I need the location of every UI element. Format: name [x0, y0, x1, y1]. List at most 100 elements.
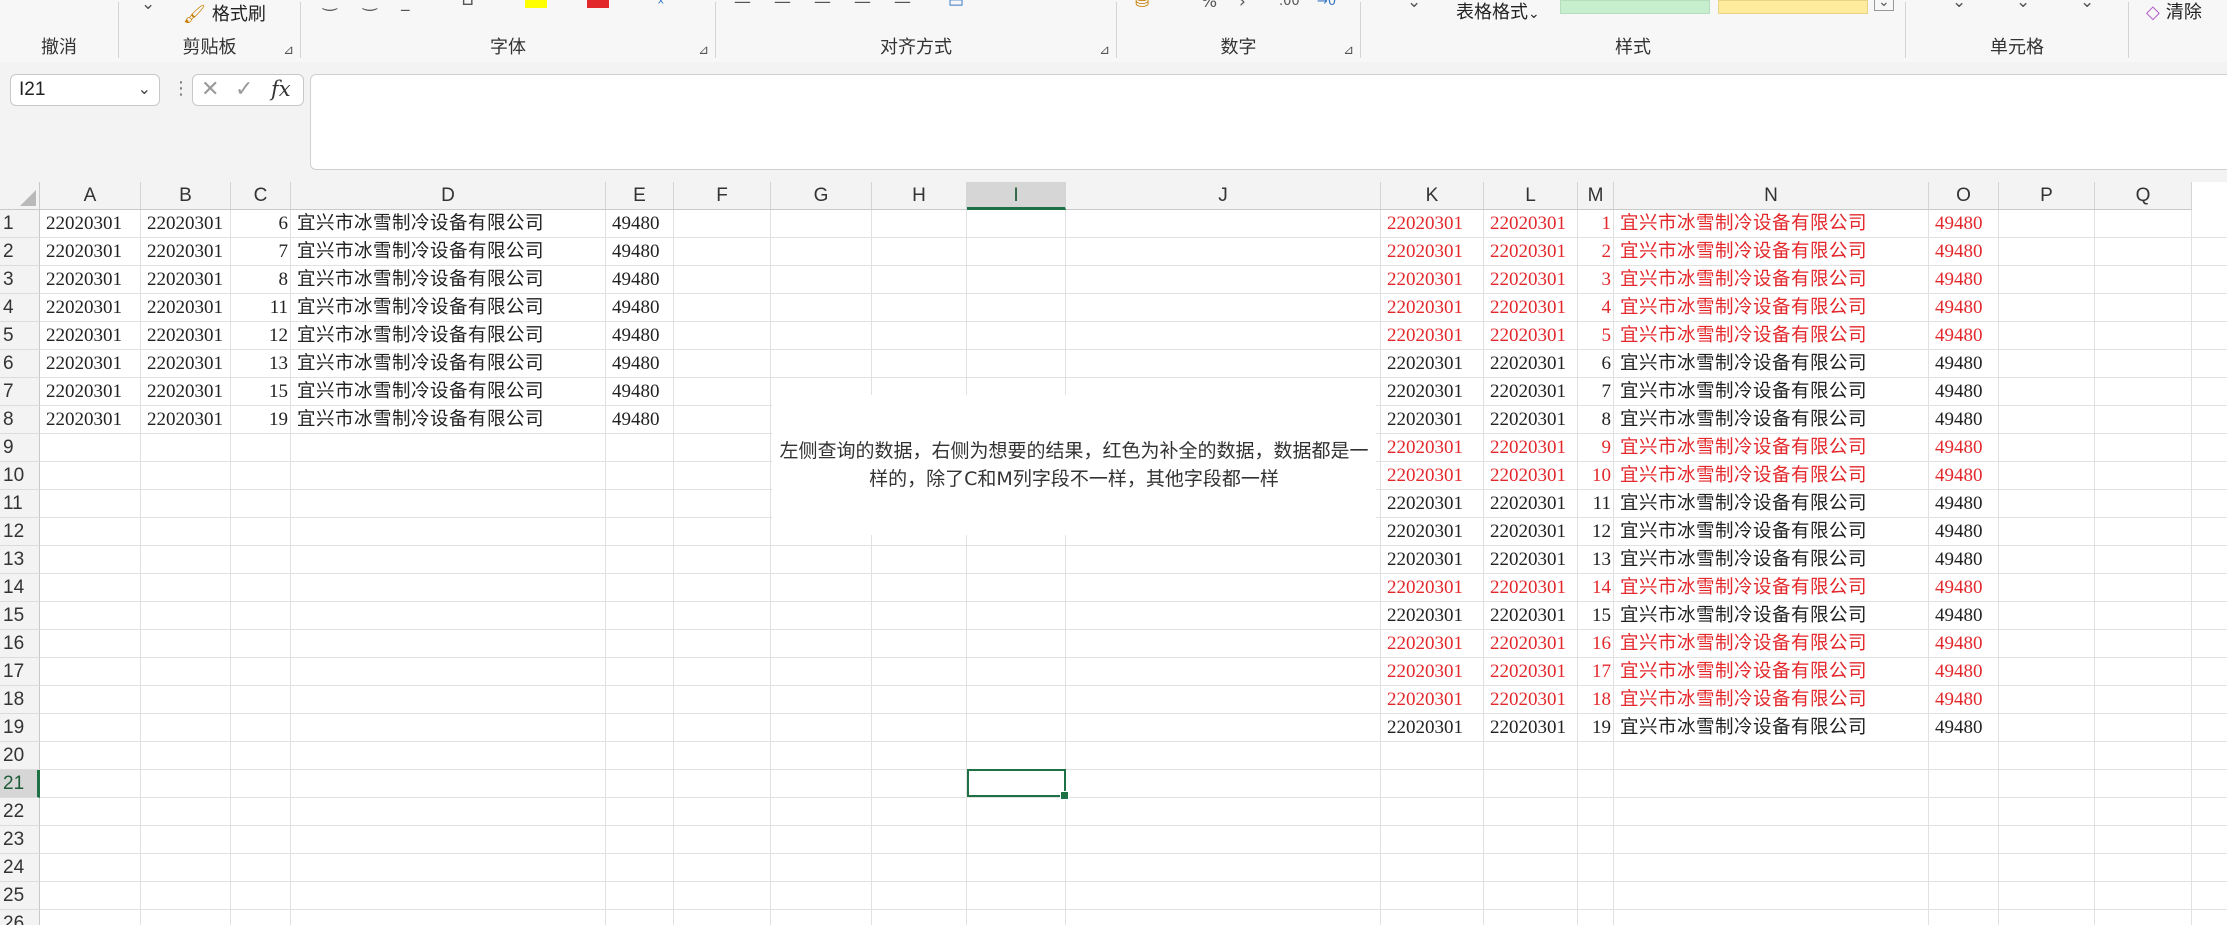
cell-e2[interactable]: 49480 [606, 238, 674, 266]
cell-b2[interactable]: 22020301 [141, 238, 231, 266]
cell-l16[interactable]: 22020301 [1484, 630, 1578, 658]
cell-o8[interactable]: 49480 [1929, 406, 1999, 434]
cell-d5[interactable]: 宜兴市冰雪制冷设备有限公司 [291, 322, 606, 350]
cell-e4[interactable]: 49480 [606, 294, 674, 322]
cell-n3[interactable]: 宜兴市冰雪制冷设备有限公司 [1614, 266, 1929, 294]
cell-style-neutral[interactable] [1718, 0, 1868, 14]
cell-c7[interactable]: 15 [231, 378, 291, 406]
row-header-6[interactable]: 6 [0, 350, 40, 378]
cell-m16[interactable]: 16 [1578, 630, 1614, 658]
row-header-3[interactable]: 3 [0, 266, 40, 294]
row-header-16[interactable]: 16 [0, 630, 40, 658]
cell-o2[interactable]: 49480 [1929, 238, 1999, 266]
row-header-21[interactable]: 21 [0, 770, 40, 798]
row-header-25[interactable]: 25 [0, 882, 40, 910]
phonetic-icon[interactable]: ˣ [657, 0, 665, 14]
cell-m10[interactable]: 10 [1578, 462, 1614, 490]
format-dropdown-icon[interactable]: ⌄ [2080, 0, 2094, 12]
cell-k4[interactable]: 22020301 [1381, 294, 1484, 322]
column-header-g[interactable]: G [771, 182, 872, 210]
cell-c5[interactable]: 12 [231, 322, 291, 350]
cell-d3[interactable]: 宜兴市冰雪制冷设备有限公司 [291, 266, 606, 294]
cell-m15[interactable]: 15 [1578, 602, 1614, 630]
column-header-h[interactable]: H [872, 182, 967, 210]
percent-icon[interactable]: % [1201, 0, 1217, 12]
cell-o12[interactable]: 49480 [1929, 518, 1999, 546]
cell-a7[interactable]: 22020301 [40, 378, 141, 406]
cell-o7[interactable]: 49480 [1929, 378, 1999, 406]
cell-l9[interactable]: 22020301 [1484, 434, 1578, 462]
cell-c3[interactable]: 8 [231, 266, 291, 294]
italic-icon[interactable]: ‿ [363, 0, 377, 12]
cell-l19[interactable]: 22020301 [1484, 714, 1578, 742]
highlight-color-icon[interactable] [525, 0, 547, 8]
cell-o19[interactable]: 49480 [1929, 714, 1999, 742]
dialog-launcher-icon[interactable]: ⊿ [283, 43, 294, 58]
underline-icon[interactable]: _ [401, 0, 410, 12]
cell-n4[interactable]: 宜兴市冰雪制冷设备有限公司 [1614, 294, 1929, 322]
column-header-e[interactable]: E [606, 182, 674, 210]
cell-o9[interactable]: 49480 [1929, 434, 1999, 462]
cell-l11[interactable]: 22020301 [1484, 490, 1578, 518]
cell-e1[interactable]: 49480 [606, 210, 674, 238]
cell-k16[interactable]: 22020301 [1381, 630, 1484, 658]
cell-l6[interactable]: 22020301 [1484, 350, 1578, 378]
cell-m5[interactable]: 5 [1578, 322, 1614, 350]
cell-c2[interactable]: 7 [231, 238, 291, 266]
font-color-icon[interactable] [587, 0, 609, 8]
spreadsheet-grid[interactable]: A B C D E F G H I J K L M N O P Q 1 2 3 4 5 6 7 8 9 10 11 12 13 14 15 16… [0, 182, 2227, 925]
cell-k5[interactable]: 22020301 [1381, 322, 1484, 350]
cell-c8[interactable]: 19 [231, 406, 291, 434]
cell-k7[interactable]: 22020301 [1381, 378, 1484, 406]
decrease-decimal-icon[interactable]: →0 [1317, 0, 1336, 9]
cell-l7[interactable]: 22020301 [1484, 378, 1578, 406]
cell-n8[interactable]: 宜兴市冰雪制冷设备有限公司 [1614, 406, 1929, 434]
cell-m2[interactable]: 2 [1578, 238, 1614, 266]
cell-n7[interactable]: 宜兴市冰雪制冷设备有限公司 [1614, 378, 1929, 406]
cell-n2[interactable]: 宜兴市冰雪制冷设备有限公司 [1614, 238, 1929, 266]
styles-more-icon[interactable]: ⌄ [1874, 0, 1894, 11]
cell-b7[interactable]: 22020301 [141, 378, 231, 406]
cell-l1[interactable]: 22020301 [1484, 210, 1578, 238]
align-right-icon[interactable]: — [814, 0, 831, 12]
cell-l12[interactable]: 22020301 [1484, 518, 1578, 546]
insert-function-button[interactable]: fx [271, 77, 291, 101]
cell-a3[interactable]: 22020301 [40, 266, 141, 294]
cell-m8[interactable]: 8 [1578, 406, 1614, 434]
cell-e8[interactable]: 49480 [606, 406, 674, 434]
column-header-a[interactable]: A [40, 182, 141, 210]
row-header-19[interactable]: 19 [0, 714, 40, 742]
cell-l2[interactable]: 22020301 [1484, 238, 1578, 266]
selected-cell-i21[interactable] [967, 769, 1069, 800]
column-header-n[interactable]: N [1614, 182, 1929, 210]
cell-k13[interactable]: 22020301 [1381, 546, 1484, 574]
row-header-26[interactable]: 26 [0, 910, 40, 925]
row-header-24[interactable]: 24 [0, 854, 40, 882]
clear-button[interactable]: ◇ 清除 [2146, 0, 2202, 24]
cell-e5[interactable]: 49480 [606, 322, 674, 350]
row-header-5[interactable]: 5 [0, 322, 40, 350]
cell-n19[interactable]: 宜兴市冰雪制冷设备有限公司 [1614, 714, 1929, 742]
cell-e7[interactable]: 49480 [606, 378, 674, 406]
row-header-1[interactable]: 1 [0, 210, 40, 238]
cell-k18[interactable]: 22020301 [1381, 686, 1484, 714]
merge-center-icon[interactable]: ▭ [948, 0, 964, 12]
more-options-icon[interactable]: ⋮ [172, 78, 190, 99]
cell-a6[interactable]: 22020301 [40, 350, 141, 378]
cell-n15[interactable]: 宜兴市冰雪制冷设备有限公司 [1614, 602, 1929, 630]
delete-dropdown-icon[interactable]: ⌄ [2016, 0, 2030, 12]
column-header-d[interactable]: D [291, 182, 606, 210]
cell-o18[interactable]: 49480 [1929, 686, 1999, 714]
column-header-j[interactable]: J [1066, 182, 1381, 210]
cell-l8[interactable]: 22020301 [1484, 406, 1578, 434]
cell-b3[interactable]: 22020301 [141, 266, 231, 294]
cell-l13[interactable]: 22020301 [1484, 546, 1578, 574]
confirm-icon[interactable]: ✓ [235, 77, 253, 102]
cell-l5[interactable]: 22020301 [1484, 322, 1578, 350]
increase-indent-icon[interactable]: — [894, 0, 911, 12]
cell-o15[interactable]: 49480 [1929, 602, 1999, 630]
cell-o4[interactable]: 49480 [1929, 294, 1999, 322]
cell-k9[interactable]: 22020301 [1381, 434, 1484, 462]
cell-o5[interactable]: 49480 [1929, 322, 1999, 350]
cell-n9[interactable]: 宜兴市冰雪制冷设备有限公司 [1614, 434, 1929, 462]
